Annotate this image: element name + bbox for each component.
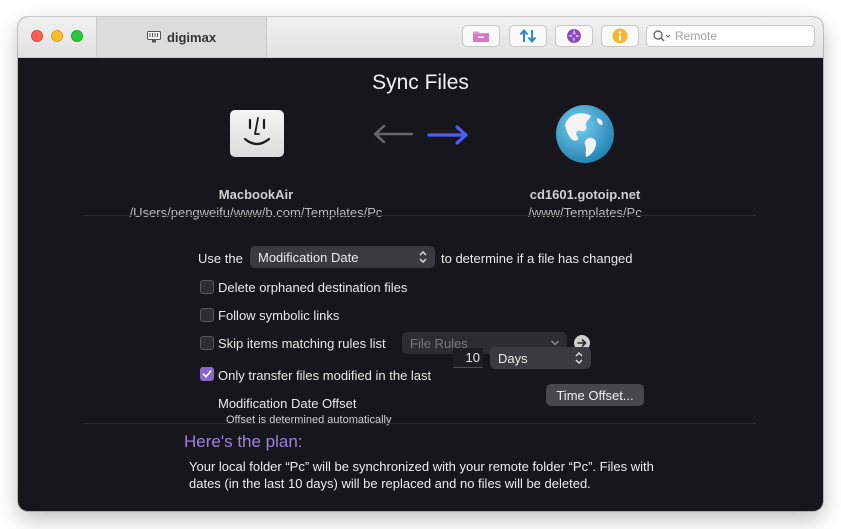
- checkmark-icon: [202, 370, 212, 378]
- folder-button[interactable]: [462, 25, 500, 47]
- search-field[interactable]: [646, 25, 815, 47]
- offset-subtitle: Offset is determined automatically: [226, 414, 392, 426]
- tab-title: digimax: [166, 29, 217, 45]
- offset-title: Modification Date Offset: [218, 396, 357, 411]
- transfer-button[interactable]: [509, 25, 547, 47]
- delete-orphaned-checkbox[interactable]: [200, 280, 214, 294]
- plan-text: Your local folder “Pc” will be synchroni…: [189, 459, 654, 491]
- transfer-arrows-icon: [519, 29, 537, 43]
- local-path: /Users/pengweifu/www/b.com/Templates/Pc: [129, 205, 383, 220]
- compare-method-select[interactable]: Modification Date: [250, 246, 435, 268]
- up-down-chevron-icon: [575, 352, 583, 364]
- network-drive-icon: [146, 31, 161, 43]
- info-icon: [612, 28, 628, 44]
- plan-title: Here's the plan:: [184, 432, 303, 451]
- page-title: Sync Files: [372, 71, 469, 94]
- follow-links-checkbox[interactable]: [200, 308, 214, 322]
- arrow-right-icon[interactable]: [427, 124, 471, 146]
- time-unit-value: Days: [498, 350, 528, 366]
- determine-label: to determine if a file has changed: [441, 251, 633, 266]
- time-unit-select[interactable]: Days: [490, 347, 591, 369]
- zoom-window-button[interactable]: [71, 30, 83, 42]
- globe-icon: [556, 105, 614, 163]
- delete-orphaned-label: Delete orphaned destination files: [218, 280, 408, 295]
- skip-items-label: Skip items matching rules list: [218, 336, 386, 351]
- divider: [85, 215, 756, 216]
- follow-links-label: Follow symbolic links: [218, 308, 340, 323]
- remote-path: /www/Templates/Pc: [528, 205, 642, 220]
- search-input[interactable]: [675, 29, 805, 43]
- minimize-window-button[interactable]: [51, 30, 63, 42]
- days-amount-input[interactable]: 10: [453, 348, 483, 368]
- only-modified-label: Only transfer files modified in the last: [218, 368, 432, 383]
- arrow-left-icon: [373, 124, 414, 144]
- search-icon: [653, 30, 671, 42]
- folder-icon: [473, 31, 489, 42]
- aperture-icon: [567, 29, 581, 43]
- app-window: digimax Remote Sync Files MacbookAir /Us…: [18, 17, 823, 511]
- compare-method-value: Modification Date: [258, 249, 359, 265]
- only-modified-checkbox[interactable]: [200, 367, 214, 381]
- use-the-label: Use the: [198, 251, 243, 266]
- local-host-name: MacbookAir: [218, 187, 294, 202]
- info-button[interactable]: [601, 25, 639, 47]
- divider: [85, 423, 756, 424]
- finder-icon: [230, 110, 284, 157]
- sync-panel: Sync Files MacbookAir /Users/pengweifu/w…: [18, 58, 823, 511]
- remote-host-name: cd1601.gotoip.net: [529, 187, 641, 202]
- title-bar: digimax: [18, 17, 823, 58]
- time-offset-button[interactable]: Time Offset...: [546, 384, 644, 406]
- activity-button[interactable]: [555, 25, 593, 47]
- close-window-button[interactable]: [31, 30, 43, 42]
- up-down-chevron-icon: [419, 251, 427, 263]
- skip-items-checkbox[interactable]: [200, 336, 214, 350]
- tab-digimax[interactable]: digimax: [96, 17, 267, 57]
